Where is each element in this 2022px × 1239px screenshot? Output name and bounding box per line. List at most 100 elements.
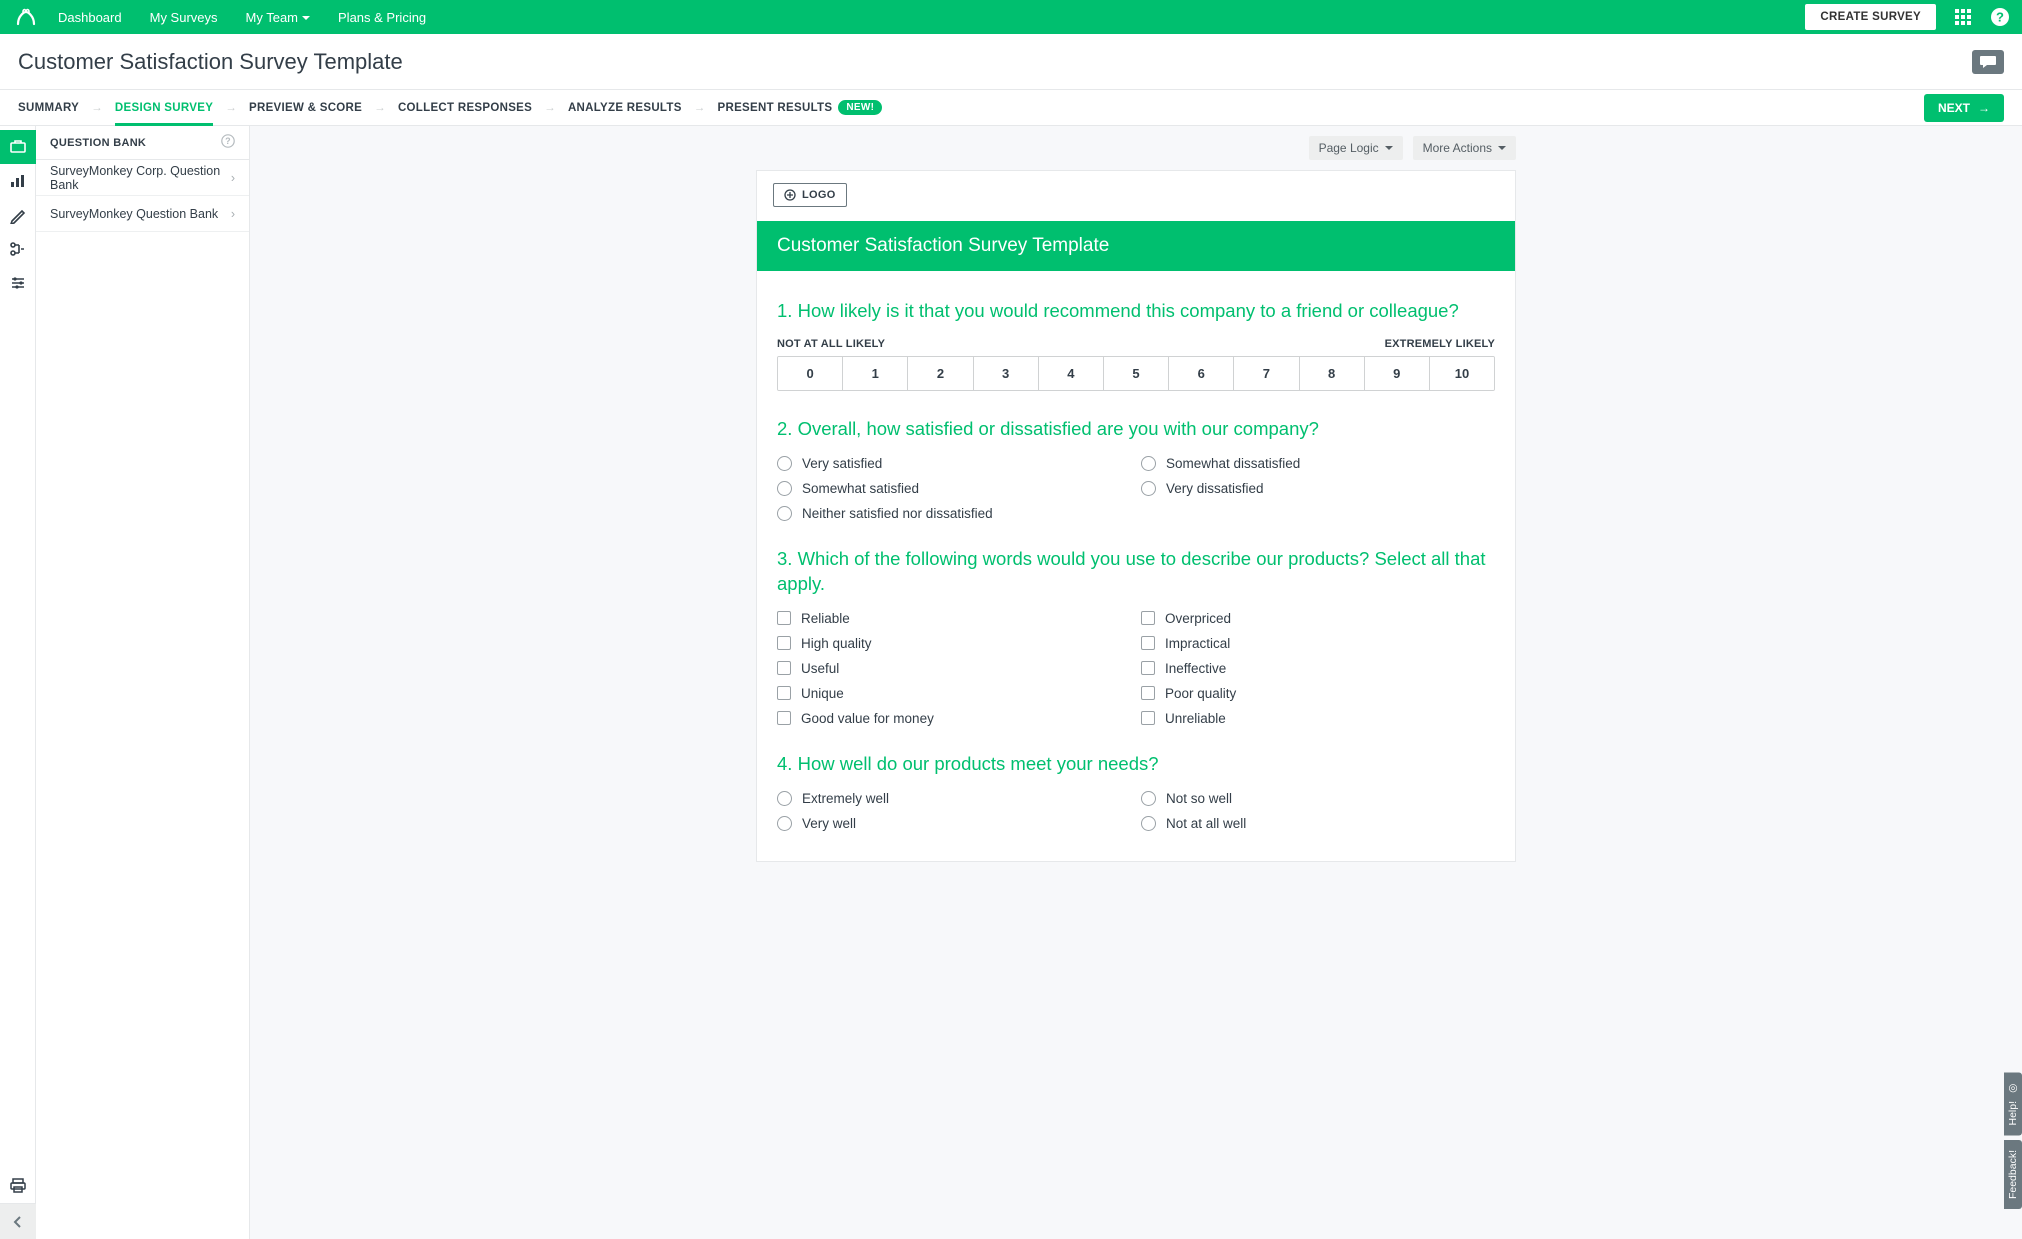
- create-survey-button[interactable]: CREATE SURVEY: [1805, 4, 1936, 30]
- chevron-down-icon: [1385, 141, 1393, 155]
- q2-option-neither[interactable]: Neither satisfied nor dissatisfied: [777, 506, 1131, 521]
- survey-canvas[interactable]: Page Logic More Actions LOGO Customer Sa…: [250, 126, 2022, 1239]
- nps-option-0[interactable]: 0: [778, 357, 842, 390]
- plus-circle-icon: [784, 189, 796, 201]
- chevron-right-icon: →: [694, 102, 706, 114]
- q2-option-somewhat-dissatisfied[interactable]: Somewhat dissatisfied: [1141, 456, 1495, 471]
- question-2[interactable]: 2. Overall, how satisfied or dissatisfie…: [777, 417, 1495, 521]
- q3-option-poor-quality[interactable]: Poor quality: [1141, 686, 1495, 701]
- rail-question-bank[interactable]: [0, 130, 36, 164]
- nav-my-surveys[interactable]: My Surveys: [150, 10, 218, 25]
- nps-option-4[interactable]: 4: [1038, 357, 1103, 390]
- question-3[interactable]: 3. Which of the following words would yo…: [777, 547, 1495, 726]
- help-icon[interactable]: ?: [1990, 7, 2010, 27]
- nps-option-8[interactable]: 8: [1299, 357, 1364, 390]
- step-design-survey[interactable]: DESIGN SURVEY: [115, 90, 213, 125]
- survey-title[interactable]: Customer Satisfaction Survey Template: [757, 221, 1515, 271]
- svg-text:?: ?: [225, 136, 231, 146]
- side-tabs: Help! ◎ Feedback!: [2004, 1073, 2022, 1209]
- nav-dashboard[interactable]: Dashboard: [58, 10, 122, 25]
- step-preview-score[interactable]: PREVIEW & SCORE: [249, 90, 362, 125]
- nps-option-10[interactable]: 10: [1429, 357, 1494, 390]
- q2-option-somewhat-satisfied[interactable]: Somewhat satisfied: [777, 481, 1131, 496]
- add-logo-button[interactable]: LOGO: [773, 183, 847, 207]
- nav-my-team-label: My Team: [246, 10, 299, 25]
- question-bank-panel: QUESTION BANK ? SurveyMonkey Corp. Quest…: [36, 126, 250, 1239]
- main-content: QUESTION BANK ? SurveyMonkey Corp. Quest…: [0, 126, 2022, 1239]
- q3-option-good-value[interactable]: Good value for money: [777, 711, 1131, 726]
- q3-option-ineffective[interactable]: Ineffective: [1141, 661, 1495, 676]
- step-collect-responses[interactable]: COLLECT RESPONSES: [398, 90, 532, 125]
- question-bank-corp[interactable]: SurveyMonkey Corp. Question Bank ›: [36, 160, 249, 196]
- rail-builder[interactable]: [0, 164, 36, 198]
- next-button-label: NEXT: [1938, 101, 1970, 115]
- nps-option-5[interactable]: 5: [1103, 357, 1168, 390]
- question-2-options: Very satisfied Somewhat satisfied Neithe…: [777, 456, 1495, 521]
- help-tab-label: Help!: [2007, 1101, 2019, 1126]
- checkbox-icon: [777, 686, 791, 700]
- step-present-results[interactable]: PRESENT RESULTS NEW!: [718, 90, 883, 125]
- more-actions-dropdown[interactable]: More Actions: [1413, 136, 1516, 160]
- comments-button[interactable]: [1972, 50, 2004, 74]
- nps-left-anchor: NOT AT ALL LIKELY: [777, 338, 885, 350]
- nps-option-2[interactable]: 2: [907, 357, 972, 390]
- question-4-options: Extremely well Very well Not so well Not…: [777, 791, 1495, 831]
- nps-option-9[interactable]: 9: [1364, 357, 1429, 390]
- nps-option-7[interactable]: 7: [1233, 357, 1298, 390]
- q4-option-very-well[interactable]: Very well: [777, 816, 1131, 831]
- nps-option-1[interactable]: 1: [842, 357, 907, 390]
- radio-icon: [777, 506, 792, 521]
- question-bank-sm[interactable]: SurveyMonkey Question Bank ›: [36, 196, 249, 232]
- nav-plans-pricing[interactable]: Plans & Pricing: [338, 10, 426, 25]
- radio-icon: [1141, 481, 1156, 496]
- radio-icon: [777, 791, 792, 806]
- q4-option-not-so-well[interactable]: Not so well: [1141, 791, 1495, 806]
- q3-option-high-quality[interactable]: High quality: [777, 636, 1131, 651]
- chevron-right-icon: ›: [231, 171, 235, 185]
- q3-option-unreliable[interactable]: Unreliable: [1141, 711, 1495, 726]
- rail-print[interactable]: [0, 1169, 36, 1203]
- checkbox-icon: [1141, 611, 1155, 625]
- page-logic-dropdown[interactable]: Page Logic: [1309, 136, 1403, 160]
- q4-option-extremely-well[interactable]: Extremely well: [777, 791, 1131, 806]
- chevron-right-icon: →: [225, 102, 237, 114]
- apps-grid-icon[interactable]: [1954, 8, 1972, 26]
- question-4[interactable]: 4. How well do our products meet your ne…: [777, 752, 1495, 831]
- page-title: Customer Satisfaction Survey Template: [18, 49, 1972, 75]
- page-logic-label: Page Logic: [1319, 141, 1379, 155]
- feedback-tab[interactable]: Feedback!: [2004, 1140, 2022, 1209]
- help-hint-icon[interactable]: ?: [221, 134, 235, 151]
- q4-option-not-at-all-well[interactable]: Not at all well: [1141, 816, 1495, 831]
- nps-option-3[interactable]: 3: [973, 357, 1038, 390]
- workflow-steps: SUMMARY → DESIGN SURVEY → PREVIEW & SCOR…: [0, 90, 2022, 126]
- rail-appearance[interactable]: [0, 198, 36, 232]
- checkbox-icon: [777, 611, 791, 625]
- help-tab[interactable]: Help! ◎: [2004, 1073, 2022, 1136]
- radio-icon: [777, 481, 792, 496]
- step-present-label: PRESENT RESULTS: [718, 102, 833, 114]
- radio-icon: [1141, 791, 1156, 806]
- q3-option-unique[interactable]: Unique: [777, 686, 1131, 701]
- q2-option-very-satisfied[interactable]: Very satisfied: [777, 456, 1131, 471]
- brand-logo[interactable]: [12, 7, 40, 27]
- rail-logic[interactable]: [0, 232, 36, 266]
- q2-option-very-dissatisfied[interactable]: Very dissatisfied: [1141, 481, 1495, 496]
- q3-option-overpriced[interactable]: Overpriced: [1141, 611, 1495, 626]
- q3-option-reliable[interactable]: Reliable: [777, 611, 1131, 626]
- chevron-right-icon: →: [91, 102, 103, 114]
- chevron-right-icon: ›: [231, 207, 235, 221]
- q3-option-useful[interactable]: Useful: [777, 661, 1131, 676]
- next-button[interactable]: NEXT →: [1924, 94, 2004, 122]
- step-summary[interactable]: SUMMARY: [18, 90, 79, 125]
- nps-option-6[interactable]: 6: [1168, 357, 1233, 390]
- radio-icon: [777, 816, 792, 831]
- rail-options[interactable]: [0, 266, 36, 300]
- checkbox-icon: [777, 636, 791, 650]
- q3-option-impractical[interactable]: Impractical: [1141, 636, 1495, 651]
- step-analyze-results[interactable]: ANALYZE RESULTS: [568, 90, 682, 125]
- collapse-sidebar-button[interactable]: [0, 1203, 36, 1239]
- nav-my-team[interactable]: My Team: [246, 10, 311, 25]
- question-1[interactable]: 1. How likely is it that you would recom…: [777, 299, 1495, 391]
- question-2-title: 2. Overall, how satisfied or dissatisfie…: [777, 417, 1495, 442]
- radio-icon: [1141, 456, 1156, 471]
